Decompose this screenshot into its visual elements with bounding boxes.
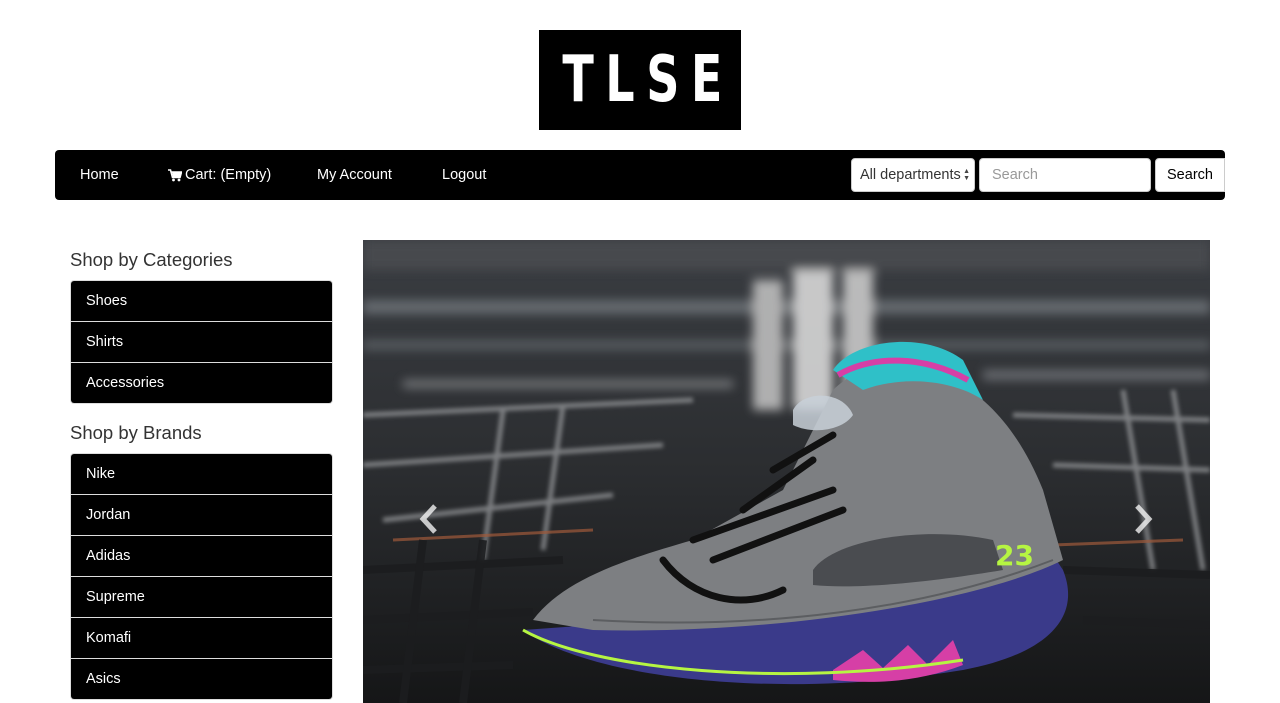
svg-text:23: 23 — [995, 539, 1034, 572]
nav-cart-label: Cart: (Empty) — [185, 167, 272, 183]
department-select[interactable]: All departments ▲ ▼ — [851, 158, 975, 192]
brands-heading: Shop by Brands — [70, 422, 202, 443]
categories-heading: Shop by Categories — [70, 249, 233, 270]
carousel-prev-button[interactable] — [417, 502, 439, 546]
carousel-next-button[interactable] — [1133, 502, 1155, 546]
chevron-left-icon — [419, 504, 437, 534]
cart-icon — [168, 168, 182, 182]
categories-list: Shoes Shirts Accessories — [70, 280, 333, 404]
carousel-slide-image: 23 — [363, 240, 1210, 703]
logo-text: TLSE — [562, 43, 734, 117]
hero-carousel[interactable]: 23 — [363, 240, 1210, 703]
category-item-shoes[interactable]: Shoes — [71, 281, 332, 322]
brand-item-nike[interactable]: Nike — [71, 454, 332, 495]
select-arrows-icon: ▲ ▼ — [963, 168, 970, 182]
brand-item-supreme[interactable]: Supreme — [71, 577, 332, 618]
main-navbar: Home Cart: (Empty) My Account Logout All… — [55, 150, 1225, 200]
brand-item-adidas[interactable]: Adidas — [71, 536, 332, 577]
search-button[interactable]: Search — [1155, 158, 1225, 192]
nav-account-link[interactable]: My Account — [317, 150, 392, 200]
category-item-accessories[interactable]: Accessories — [71, 363, 332, 403]
department-select-value: All departments — [860, 167, 961, 183]
nav-cart-link[interactable]: Cart: (Empty) — [168, 150, 271, 200]
nav-home-link[interactable]: Home — [80, 150, 119, 200]
brand-item-komafi[interactable]: Komafi — [71, 618, 332, 659]
brand-item-asics[interactable]: Asics — [71, 659, 332, 699]
category-item-shirts[interactable]: Shirts — [71, 322, 332, 363]
chevron-right-icon — [1135, 504, 1153, 534]
brand-item-jordan[interactable]: Jordan — [71, 495, 332, 536]
brands-list: Nike Jordan Adidas Supreme Komafi Asics — [70, 453, 333, 700]
nav-logout-link[interactable]: Logout — [442, 150, 486, 200]
site-logo[interactable]: TLSE — [539, 30, 741, 130]
search-input[interactable] — [979, 158, 1151, 192]
